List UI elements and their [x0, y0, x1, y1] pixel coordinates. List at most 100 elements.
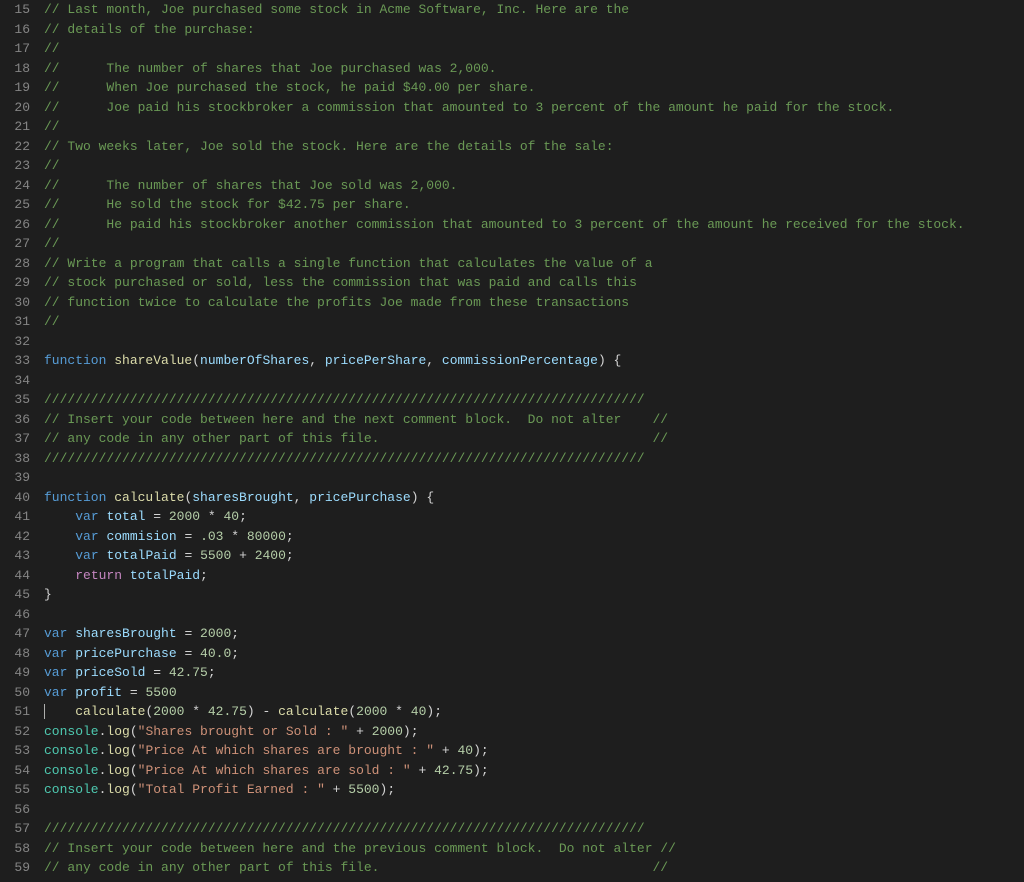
code-line[interactable] — [44, 468, 1004, 488]
comment-text: ////////////////////////////////////////… — [44, 821, 645, 836]
code-line[interactable]: console.log("Price At which shares are b… — [44, 741, 1004, 761]
line-number: 55 — [0, 780, 30, 800]
code-line[interactable]: // any code in any other part of this fi… — [44, 858, 1004, 878]
token-punct: ; — [387, 782, 395, 797]
token-var: totalPaid — [130, 568, 200, 583]
line-number: 37 — [0, 429, 30, 449]
token-op: = — [177, 626, 200, 641]
line-number: 59 — [0, 858, 30, 878]
comment-text: // He sold the stock for $42.75 per shar… — [44, 197, 411, 212]
comment-text: // details of the purchase: — [44, 22, 255, 37]
line-number: 49 — [0, 663, 30, 683]
code-line[interactable]: ////////////////////////////////////////… — [44, 449, 1004, 469]
token-var: commision — [106, 529, 176, 544]
code-area[interactable]: // Last month, Joe purchased some stock … — [44, 0, 1024, 882]
code-line[interactable]: // Insert your code between here and the… — [44, 410, 1004, 430]
token-punct: ( — [130, 724, 138, 739]
code-line[interactable]: console.log("Price At which shares are s… — [44, 761, 1004, 781]
line-number: 57 — [0, 819, 30, 839]
code-line[interactable]: // stock purchased or sold, less the com… — [44, 273, 1004, 293]
comment-text: // stock purchased or sold, less the com… — [44, 275, 637, 290]
token-number: 40 — [411, 704, 427, 719]
code-line[interactable]: // Last month, Joe purchased some stock … — [44, 0, 1004, 20]
code-line[interactable]: ////////////////////////////////////////… — [44, 390, 1004, 410]
line-number: 19 — [0, 78, 30, 98]
token-number: 80000 — [247, 529, 286, 544]
line-number: 21 — [0, 117, 30, 137]
line-number: 31 — [0, 312, 30, 332]
token-number: 5500 — [145, 685, 176, 700]
comment-text: // any code in any other part of this fi… — [44, 860, 668, 875]
code-line[interactable]: // He paid his stockbroker another commi… — [44, 215, 1004, 235]
token-op: = — [145, 665, 168, 680]
token-op: = — [122, 685, 145, 700]
code-line[interactable]: var commision = .03 * 80000; — [44, 527, 1004, 547]
token-op: + — [411, 763, 434, 778]
line-number: 50 — [0, 683, 30, 703]
code-line[interactable]: // Joe paid his stockbroker a commission… — [44, 98, 1004, 118]
code-line[interactable]: // Two weeks later, Joe sold the stock. … — [44, 137, 1004, 157]
code-line[interactable]: // When Joe purchased the stock, he paid… — [44, 78, 1004, 98]
code-line[interactable]: // Write a program that calls a single f… — [44, 254, 1004, 274]
code-line[interactable]: function calculate(sharesBrought, priceP… — [44, 488, 1004, 508]
code-line[interactable]: console.log("Shares brought or Sold : " … — [44, 722, 1004, 742]
line-number: 40 — [0, 488, 30, 508]
line-number: 23 — [0, 156, 30, 176]
token-string: "Total Profit Earned : " — [138, 782, 325, 797]
token-var: pricePurchase — [75, 646, 176, 661]
token-storage: function — [44, 490, 114, 505]
comment-text: // Joe paid his stockbroker a commission… — [44, 100, 894, 115]
comment-text: // Two weeks later, Joe sold the stock. … — [44, 139, 614, 154]
line-number: 45 — [0, 585, 30, 605]
code-line[interactable]: ////////////////////////////////////////… — [44, 819, 1004, 839]
code-line[interactable]: var totalPaid = 5500 + 2400; — [44, 546, 1004, 566]
token-var: total — [106, 509, 145, 524]
code-line[interactable]: // He sold the stock for $42.75 per shar… — [44, 195, 1004, 215]
code-line[interactable]: console.log("Total Profit Earned : " + 5… — [44, 780, 1004, 800]
code-line[interactable] — [44, 371, 1004, 391]
token-op: = — [177, 548, 200, 563]
code-line[interactable]: // details of the purchase: — [44, 20, 1004, 40]
comment-text: // Last month, Joe purchased some stock … — [44, 2, 629, 17]
code-line[interactable]: // — [44, 156, 1004, 176]
code-line[interactable]: var profit = 5500 — [44, 683, 1004, 703]
code-line[interactable]: // The number of shares that Joe sold wa… — [44, 176, 1004, 196]
code-editor[interactable]: 1516171819202122232425262728293031323334… — [0, 0, 1024, 882]
code-line[interactable]: var pricePurchase = 40.0; — [44, 644, 1004, 664]
line-number: 54 — [0, 761, 30, 781]
token-number: 40 — [223, 509, 239, 524]
line-number: 34 — [0, 371, 30, 391]
code-line[interactable]: calculate(2000 * 42.75) - calculate(2000… — [44, 702, 1004, 722]
code-line[interactable]: return totalPaid; — [44, 566, 1004, 586]
code-line[interactable]: var priceSold = 42.75; — [44, 663, 1004, 683]
token-number: 2000 — [169, 509, 200, 524]
code-line[interactable]: var total = 2000 * 40; — [44, 507, 1004, 527]
line-number: 28 — [0, 254, 30, 274]
comment-text: // Insert your code between here and the… — [44, 412, 668, 427]
comment-text: ////////////////////////////////////////… — [44, 392, 645, 407]
code-line[interactable]: // — [44, 312, 1004, 332]
code-line[interactable] — [44, 332, 1004, 352]
code-line[interactable]: // any code in any other part of this fi… — [44, 429, 1004, 449]
code-line[interactable]: // — [44, 117, 1004, 137]
token-punct — [44, 704, 75, 719]
line-number: 17 — [0, 39, 30, 59]
token-op: = — [145, 509, 168, 524]
code-line[interactable]: var sharesBrought = 2000; — [44, 624, 1004, 644]
code-line[interactable] — [44, 605, 1004, 625]
comment-text: ////////////////////////////////////////… — [44, 451, 645, 466]
token-var: priceSold — [75, 665, 145, 680]
token-op: = — [177, 646, 200, 661]
code-line[interactable]: // The number of shares that Joe purchas… — [44, 59, 1004, 79]
token-number: 42.75 — [208, 704, 247, 719]
code-line[interactable]: // — [44, 234, 1004, 254]
comment-text: // The number of shares that Joe purchas… — [44, 61, 496, 76]
code-line[interactable]: // function twice to calculate the profi… — [44, 293, 1004, 313]
code-line[interactable]: // — [44, 39, 1004, 59]
comment-text: // Insert your code between here and the… — [44, 841, 676, 856]
code-line[interactable] — [44, 800, 1004, 820]
token-op: + — [325, 782, 348, 797]
code-line[interactable]: } — [44, 585, 1004, 605]
code-line[interactable]: // Insert your code between here and the… — [44, 839, 1004, 859]
code-line[interactable]: function shareValue(numberOfShares, pric… — [44, 351, 1004, 371]
